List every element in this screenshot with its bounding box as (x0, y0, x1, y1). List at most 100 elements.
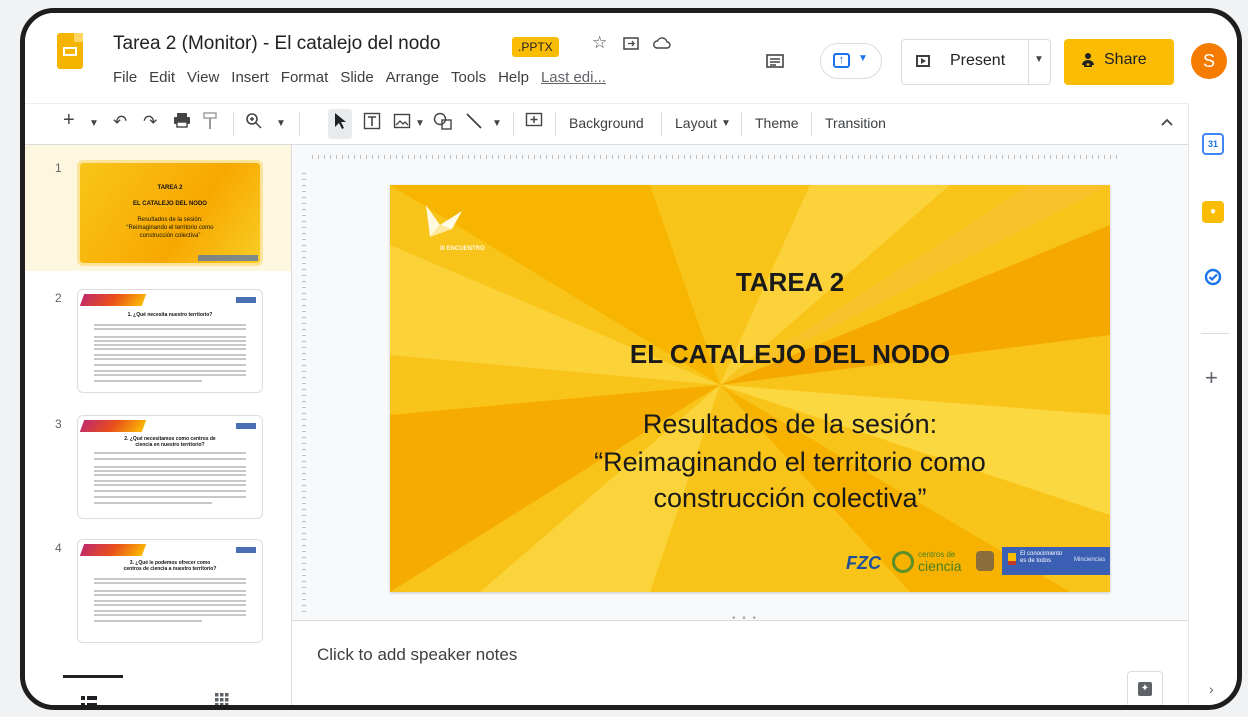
zoom-chevron-icon[interactable]: ▼ (276, 118, 286, 129)
toolbar-divider (513, 112, 514, 136)
menu-slide[interactable]: Slide (340, 69, 373, 86)
menu-tools[interactable]: Tools (451, 69, 486, 86)
layout-chevron-icon[interactable]: ▼ (721, 118, 731, 129)
present-icon (916, 55, 930, 67)
chevron-down-icon: ▼ (858, 53, 868, 64)
slide-number: 2 (55, 291, 62, 305)
toolbar-divider (811, 112, 812, 136)
slide-body-line[interactable]: construcción colectiva” (470, 483, 1110, 514)
theme-button[interactable]: Theme (755, 115, 799, 131)
slide-thumbnail-4[interactable]: 3. ¿Qué le podemos ofrecer como centros … (77, 539, 263, 643)
line-chevron-icon[interactable]: ▼ (492, 118, 502, 129)
zoom-icon[interactable] (245, 112, 263, 135)
slide-filmstrip: 1 TAREA 2 EL CATALEJO DEL NODO Resultado… (25, 145, 292, 675)
speaker-notes[interactable]: • • • Click to add speaker notes ✦ (292, 613, 1188, 705)
slide-body-line[interactable]: Resultados de la sesión: (470, 409, 1110, 440)
filmstrip-view-controls (25, 675, 292, 705)
speaker-notes-placeholder[interactable]: Click to add speaker notes (317, 645, 517, 665)
line-icon[interactable] (465, 112, 483, 135)
add-addon-plus-icon[interactable]: + (1205, 365, 1218, 391)
keep-icon[interactable]: ● (1202, 201, 1224, 223)
last-edit-link[interactable]: Last edi... (541, 69, 606, 86)
user-avatar[interactable]: S (1191, 43, 1227, 79)
toolbar: + ▼ ↶ ↷ ▼ ▼ ▼ Background Layout ▼ Theme … (25, 103, 1188, 145)
text-box-icon[interactable] (363, 112, 381, 135)
present-options-chevron-icon[interactable]: ▼ (1034, 54, 1044, 65)
menu-bar: File Edit View Insert Format Slide Arran… (113, 69, 618, 86)
present-divider (1028, 40, 1029, 84)
tasks-icon[interactable] (1202, 267, 1224, 289)
shape-icon[interactable] (433, 112, 453, 135)
horizontal-ruler[interactable] (312, 149, 1122, 161)
slide-thumbnail-2[interactable]: 1. ¿Qué necesita nuestro territorio? (77, 289, 263, 393)
comment-history-icon[interactable] (765, 53, 785, 76)
add-comment-icon[interactable] (525, 112, 543, 135)
thumbnail-line: “Reimaginando el territorio como (126, 225, 214, 231)
toolbar-divider (555, 112, 556, 136)
paint-format-icon[interactable] (203, 112, 217, 135)
slide-subheading[interactable]: EL CATALEJO DEL NODO (470, 339, 1110, 370)
star-icon[interactable]: ☆ (592, 33, 607, 53)
explore-button[interactable]: ✦ (1127, 671, 1163, 705)
expand-panel-chevron-icon[interactable]: › (1209, 681, 1214, 697)
share-button[interactable]: Share (1064, 39, 1174, 85)
redo-icon[interactable]: ↷ (143, 112, 157, 132)
notes-resize-handle[interactable]: • • • (732, 613, 758, 624)
toolbar-divider (741, 112, 742, 136)
vertical-ruler[interactable] (296, 173, 306, 613)
upload-arrow-icon: ↑ (833, 53, 850, 68)
document-title[interactable]: Tarea 2 (Monitor) - El catalejo del nodo (113, 33, 440, 55)
calendar-icon[interactable]: 31 (1202, 133, 1224, 155)
move-to-folder-icon[interactable] (623, 35, 639, 55)
grid-view-icon[interactable] (215, 693, 229, 705)
menu-arrange[interactable]: Arrange (386, 69, 439, 86)
menu-format[interactable]: Format (281, 69, 329, 86)
background-button[interactable]: Background (569, 115, 644, 131)
app-window: Tarea 2 (Monitor) - El catalejo del nodo… (20, 8, 1242, 710)
present-to-meeting-button[interactable]: ↑ ▼ (820, 43, 882, 79)
select-cursor-icon[interactable] (333, 112, 347, 135)
side-panel: 31 ● + › (1188, 103, 1237, 705)
slide-thumbnail-1[interactable]: TAREA 2 EL CATALEJO DEL NODO Resultados … (77, 160, 263, 266)
thumbnail-subtitle: EL CATALEJO DEL NODO (133, 201, 207, 207)
encuentro-logo: III ENCUENTRO (418, 203, 485, 252)
slide-thumbnail-3[interactable]: 2. ¿Qué necesitamos como centros de cien… (77, 415, 263, 519)
thumbnail-header (78, 416, 262, 436)
side-panel-divider (1201, 333, 1229, 334)
thumbnail-header (78, 540, 262, 560)
layout-button[interactable]: Layout (675, 115, 717, 131)
logo-text: III ENCUENTRO (440, 246, 485, 252)
menu-insert[interactable]: Insert (231, 69, 269, 86)
present-button[interactable]: Present ▼ (901, 39, 1051, 85)
slide-canvas[interactable]: III ENCUENTRO TAREA 2 EL CATALEJO DEL NO… (292, 145, 1188, 620)
undo-icon[interactable]: ↶ (113, 112, 127, 132)
menu-file[interactable]: File (113, 69, 137, 86)
slides-logo-icon[interactable] (57, 33, 83, 69)
slide-heading[interactable]: TAREA 2 (470, 267, 1110, 298)
menu-view[interactable]: View (187, 69, 219, 86)
new-slide-plus-icon[interactable]: + (63, 109, 75, 132)
share-people-icon (1080, 52, 1096, 72)
slide-number: 4 (55, 541, 62, 555)
print-icon[interactable] (173, 112, 191, 133)
colombia-shield-icon (976, 551, 994, 571)
thumbnail-line: Resultados de la sesión: (137, 217, 203, 223)
filmstrip-view-icon[interactable] (81, 695, 97, 705)
menu-edit[interactable]: Edit (149, 69, 175, 86)
transition-button[interactable]: Transition (825, 115, 886, 131)
ciencia-label: ciencia (918, 558, 962, 574)
hide-menus-chevron-up-icon[interactable] (1160, 114, 1174, 130)
cloud-status-icon[interactable] (653, 35, 671, 55)
insert-image-icon[interactable] (393, 112, 411, 135)
image-chevron-icon[interactable]: ▼ (415, 118, 425, 129)
thumbnail-header (78, 290, 262, 310)
menu-help[interactable]: Help (498, 69, 529, 86)
centros-ciencia-logo-icon (892, 551, 914, 573)
new-slide-chevron-icon[interactable]: ▼ (89, 118, 99, 129)
thumbnail-title: TAREA 2 (157, 185, 183, 191)
present-label: Present (950, 52, 1006, 69)
slide-number: 3 (55, 417, 62, 431)
thumbnail-title: ciencia en nuestro territorio? (135, 442, 205, 448)
current-slide[interactable]: III ENCUENTRO TAREA 2 EL CATALEJO DEL NO… (390, 185, 1110, 592)
slide-body-line[interactable]: “Reimaginando el territorio como (470, 447, 1110, 478)
